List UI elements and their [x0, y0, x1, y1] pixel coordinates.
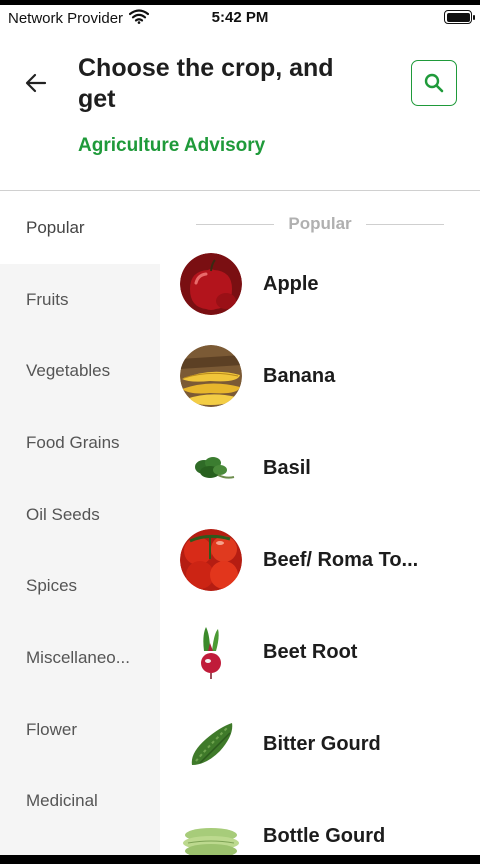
category-sidebar: Popular Fruits Vegetables Food Grains Oi…: [0, 192, 160, 855]
page-header: Choose the crop, and get Agriculture Adv…: [0, 31, 480, 191]
beetroot-image: [180, 621, 242, 683]
crop-name: Bottle Gourd: [263, 824, 386, 847]
sidebar-item-vegetables[interactable]: Vegetables: [0, 335, 160, 407]
apple-image: [180, 253, 242, 315]
banana-image: [180, 345, 242, 407]
divider: [365, 223, 445, 225]
sidebar-item-food-grains[interactable]: Food Grains: [0, 407, 160, 479]
crop-item-bitter-gourd[interactable]: Bitter Gourd: [180, 712, 470, 776]
crop-list: Popular Apple Banana Basil Beef/ Roma To…: [160, 192, 480, 855]
page-subtitle: Agriculture Advisory: [78, 135, 266, 156]
crop-item-tomato[interactable]: Beef/ Roma To...: [180, 528, 470, 592]
crop-name: Bitter Gourd: [263, 732, 381, 755]
search-button[interactable]: [411, 60, 457, 106]
status-bar: Network Provider 5:42 PM: [0, 5, 480, 31]
crop-name: Beef/ Roma To...: [263, 548, 419, 571]
crop-name: Banana: [263, 364, 336, 387]
section-label: Popular: [288, 214, 352, 233]
sidebar-item-oil-seeds[interactable]: Oil Seeds: [0, 479, 160, 551]
page-title: Choose the crop, and get: [78, 54, 334, 113]
home-indicator-bar: [0, 855, 480, 864]
section-header: Popular: [196, 214, 445, 234]
crop-item-beetroot[interactable]: Beet Root: [180, 620, 470, 684]
crop-item-basil[interactable]: Basil: [180, 436, 470, 500]
crop-name: Basil: [263, 456, 311, 479]
arrow-left-icon: [25, 73, 47, 93]
basil-image: [180, 437, 242, 499]
crop-item-bottle-gourd[interactable]: Bottle Gourd: [180, 804, 470, 855]
divider: [196, 223, 275, 225]
status-time: 5:42 PM: [211, 9, 269, 26]
app-screen: Network Provider 5:42 PM Choose the crop…: [0, 5, 480, 855]
sidebar-item-flower[interactable]: Flower: [0, 694, 160, 766]
battery-icon: [444, 10, 475, 24]
bottle-gourd-image: [180, 805, 242, 855]
crop-name: Apple: [263, 272, 319, 295]
crop-name: Beet Root: [263, 640, 358, 663]
tomato-image: [180, 529, 242, 591]
sidebar-item-popular[interactable]: Popular: [0, 192, 160, 264]
crop-item-apple[interactable]: Apple: [180, 252, 470, 316]
bitter-gourd-image: [180, 713, 242, 775]
sidebar-item-miscellaneous[interactable]: Miscellaneo...: [0, 622, 160, 694]
search-icon: [424, 73, 444, 93]
sidebar-item-medicinal[interactable]: Medicinal: [0, 766, 160, 838]
crop-item-banana[interactable]: Banana: [180, 344, 470, 408]
sidebar-item-fruits[interactable]: Fruits: [0, 264, 160, 336]
sidebar-item-spices[interactable]: Spices: [0, 550, 160, 622]
back-button[interactable]: [22, 69, 50, 97]
